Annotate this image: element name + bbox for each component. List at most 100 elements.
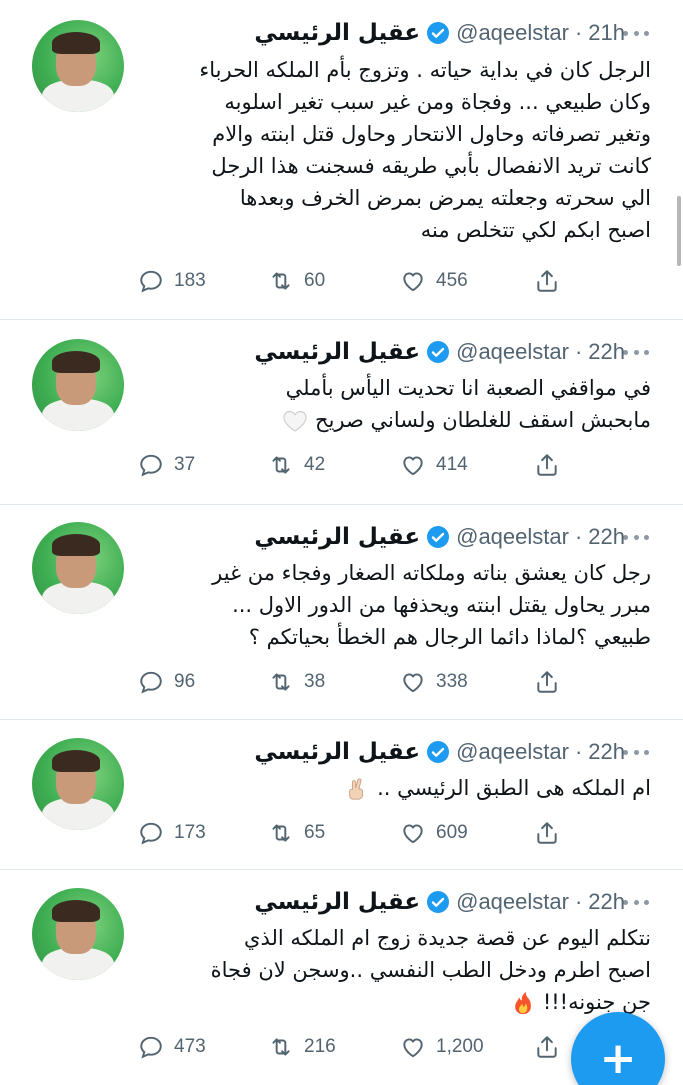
retweet-icon xyxy=(272,824,290,842)
tweet-actions: 37 42 414 xyxy=(138,452,568,482)
share-button[interactable] xyxy=(534,452,560,478)
like-count: 338 xyxy=(436,671,468,692)
more-options-icon[interactable] xyxy=(623,748,649,756)
like-count: 1,200 xyxy=(436,1036,484,1057)
tweet[interactable]: عقيل الرئيسي @aqeelstar · 22h في مواقفي … xyxy=(0,320,683,505)
share-button[interactable] xyxy=(534,268,560,294)
more-options-icon[interactable] xyxy=(623,533,649,541)
tweet[interactable]: عقيل الرئيسي @aqeelstar · 22h رجل كان يع… xyxy=(0,505,683,720)
retweet-button[interactable]: 216 xyxy=(268,1034,336,1060)
heart-icon xyxy=(403,456,423,476)
tweet-text-line: اصبح اطرم ودخل الطب النفسي ..وسجن لان فج… xyxy=(210,958,651,982)
author-handle[interactable]: @aqeelstar xyxy=(456,20,569,46)
tweet-text-line: نتكلم اليوم عن قصة جديدة زوج ام الملكه ا… xyxy=(244,926,651,950)
tweet-time[interactable]: 22h xyxy=(588,339,625,365)
reply-count: 173 xyxy=(174,822,206,843)
heart-icon xyxy=(403,824,423,844)
avatar[interactable] xyxy=(32,339,124,431)
retweet-count: 38 xyxy=(304,671,326,692)
like-button[interactable]: 456 xyxy=(400,268,468,294)
tweet[interactable]: عقيل الرئيسي @aqeelstar · 21h الرجل كان … xyxy=(0,0,683,320)
retweet-icon xyxy=(272,272,290,290)
white-heart-emoji-icon xyxy=(283,410,307,432)
reply-button[interactable]: 37 xyxy=(138,452,195,478)
tweet-time[interactable]: 22h xyxy=(588,739,625,765)
reply-button[interactable]: 473 xyxy=(138,1034,206,1060)
author-name[interactable]: عقيل الرئيسي xyxy=(254,889,420,915)
author-handle[interactable]: @aqeelstar xyxy=(456,739,569,765)
tweet-text-line: ام الملكه هى الطبق الرئيسي .. xyxy=(377,776,651,800)
tweet-text-line: كانت تريد الانفصال بأبي طريقه فسجنت هذا … xyxy=(211,154,651,178)
crossed-fingers-emoji-icon xyxy=(349,778,364,800)
verified-badge-icon xyxy=(427,526,450,548)
reply-count: 37 xyxy=(174,454,196,475)
avatar[interactable] xyxy=(32,522,124,614)
like-count: 456 xyxy=(436,270,468,291)
retweet-button[interactable]: 60 xyxy=(268,268,325,294)
author-name[interactable]: عقيل الرئيسي xyxy=(254,20,420,46)
author-handle[interactable]: @aqeelstar xyxy=(456,339,569,365)
author-handle[interactable]: @aqeelstar xyxy=(456,524,569,550)
author-name[interactable]: عقيل الرئيسي xyxy=(254,524,420,550)
share-icon xyxy=(537,270,557,292)
avatar[interactable] xyxy=(32,20,124,112)
more-options-icon[interactable] xyxy=(623,898,649,906)
reply-button[interactable]: 183 xyxy=(138,268,206,294)
retweet-button[interactable]: 42 xyxy=(268,452,325,478)
like-count: 414 xyxy=(436,454,468,475)
retweet-count: 60 xyxy=(304,270,326,291)
author-handle[interactable]: @aqeelstar xyxy=(456,889,569,915)
heart-icon xyxy=(403,272,423,292)
reply-icon xyxy=(140,822,162,845)
tweet-text: نتكلم اليوم عن قصة جديدة زوج ام الملكه ا… xyxy=(131,922,651,1018)
like-button[interactable]: 609 xyxy=(400,820,468,846)
share-button[interactable] xyxy=(534,1034,560,1060)
retweet-button[interactable]: 65 xyxy=(268,820,325,846)
author-name[interactable]: عقيل الرئيسي xyxy=(254,339,420,365)
separator-dot: · xyxy=(574,889,583,914)
tweet-actions: 473 216 1,200 xyxy=(138,1034,568,1064)
reply-icon xyxy=(140,270,162,293)
retweet-count: 65 xyxy=(304,822,326,843)
timeline-feed: عقيل الرئيسي @aqeelstar · 21h الرجل كان … xyxy=(0,0,683,1085)
separator-dot: · xyxy=(574,739,583,764)
more-options-icon[interactable] xyxy=(623,29,649,37)
like-button[interactable]: 1,200 xyxy=(400,1034,484,1060)
tweet-header: عقيل الرئيسي @aqeelstar · 22h xyxy=(254,736,625,768)
tweet-header: عقيل الرئيسي @aqeelstar · 22h xyxy=(254,886,625,918)
tweet-time[interactable]: 21h xyxy=(588,20,625,46)
heart-icon xyxy=(403,1038,423,1058)
retweet-count: 42 xyxy=(304,454,326,475)
retweet-icon xyxy=(272,1038,290,1056)
reply-button[interactable]: 173 xyxy=(138,820,206,846)
tweet-time[interactable]: 22h xyxy=(588,889,625,915)
tweet-text-line-with-emoji: مابحبش اسقف للغلطان ولساني صريح xyxy=(131,404,651,436)
author-name[interactable]: عقيل الرئيسي xyxy=(254,739,420,765)
retweet-button[interactable]: 38 xyxy=(268,669,325,695)
tweet-text-line: جن جنونه!!! xyxy=(542,990,651,1014)
verified-badge-icon xyxy=(427,341,450,363)
tweet-text-line: مبرر يحاول يقتل ابنته ويحذفها من الدور ا… xyxy=(232,593,651,617)
heart-icon xyxy=(403,673,423,693)
more-options-icon[interactable] xyxy=(623,348,649,356)
share-button[interactable] xyxy=(534,820,560,846)
scrollbar[interactable] xyxy=(677,196,681,266)
avatar[interactable] xyxy=(32,888,124,980)
separator-dot: · xyxy=(574,339,583,364)
tweet-time[interactable]: 22h xyxy=(588,524,625,550)
tweet-text: في مواقفي الصعبة انا تحديت اليأس بأملي م… xyxy=(131,372,651,436)
reply-button[interactable]: 96 xyxy=(138,669,195,695)
reply-count: 183 xyxy=(174,270,206,291)
reply-count: 473 xyxy=(174,1036,206,1057)
tweet[interactable]: عقيل الرئيسي @aqeelstar · 22h ام الملكه … xyxy=(0,720,683,870)
like-button[interactable]: 414 xyxy=(400,452,468,478)
share-icon xyxy=(537,822,557,844)
share-button[interactable] xyxy=(534,669,560,695)
verified-badge-icon xyxy=(427,741,450,763)
like-button[interactable]: 338 xyxy=(400,669,468,695)
tweet-text-line: وتغير تصرفاته وحاول الانتحار وحاول قتل ا… xyxy=(212,122,651,146)
share-icon xyxy=(537,671,557,693)
avatar[interactable] xyxy=(32,738,124,830)
tweet-header: عقيل الرئيسي @aqeelstar · 21h xyxy=(254,17,625,49)
tweet-text-line: اصبح ابكم لكي تتخلص منه xyxy=(420,218,651,242)
